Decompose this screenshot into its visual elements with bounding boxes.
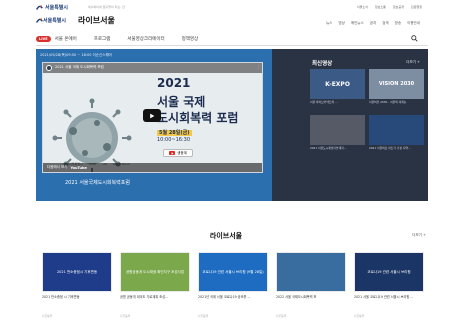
util-link[interactable]: 방송 xyxy=(395,21,401,26)
channel-avatar xyxy=(46,65,52,71)
util-link[interactable]: 뉴스 xyxy=(326,21,332,26)
live-badge[interactable]: LIVE xyxy=(36,36,51,42)
thumb-image: K-EXPO xyxy=(310,69,365,99)
util-link[interactable]: 영상 xyxy=(338,21,344,26)
player-header: 2021/05/28(목)09:50 ~ 18:00 이순신스퀘어 xyxy=(40,53,112,57)
poster-title-line2: 도시회복력 포럼 xyxy=(157,111,239,125)
video-card[interactable]: 공원공동개 도시재생 확인지구 조성사업 공원 공동개 대국도 가로계획 조성.… xyxy=(120,252,190,322)
logo-text: 서울특별시 xyxy=(45,5,69,11)
thumb-caption: 서울비전 2030 - 서울의 미래는 xyxy=(369,100,407,104)
card-title: 2021년 국제 서울 코로나19 공조를 ... xyxy=(198,295,251,299)
poster-date: 5월 28일(금) xyxy=(157,129,192,136)
top-link[interactable]: 정보소통 xyxy=(375,5,386,9)
nav-item-policy[interactable]: 정책영상 xyxy=(182,36,199,42)
recent-thumb[interactable]: VISION 2030 서울비전 2030 - 서울의 미래는 xyxy=(369,69,424,104)
card-image: 코로나19 관련 서울시 브리핑 xyxy=(354,252,424,292)
card-title: 공원 공동개 대국도 가로계획 조성... xyxy=(120,295,169,299)
search-icon[interactable] xyxy=(411,35,418,42)
top-link[interactable]: 서울소식 xyxy=(357,5,368,9)
card-image xyxy=(276,252,346,292)
nav-item-program[interactable]: 프로그램 xyxy=(94,36,111,42)
featured-video-panel: 2021/05/28(목)09:50 ~ 18:00 이순신스퀘어 2021 서… xyxy=(36,49,272,201)
youtube-live-label: 생중계 xyxy=(177,150,187,155)
top-link[interactable]: 정보공개 xyxy=(393,5,404,9)
featured-video[interactable]: 2021 서울 국제 도시회복력 포럼 ⋮ 2021 서울 국제 도시회복력 포… xyxy=(42,62,263,173)
seoul-logo-icon xyxy=(36,5,43,10)
main-nav: LIVE 서울 온에어 프로그램 서울영상크리에이터 정책영상 xyxy=(36,33,428,46)
card-image: 2021 반소증점시 기후변동 xyxy=(42,252,112,292)
video-card[interactable]: 2021 반소증점시 기후변동 2021 반소증점 시 기후변동 다른등록 xyxy=(42,252,112,322)
card-title: 2021 반소증점 시 기후변동 xyxy=(42,295,80,299)
brand-logo-text: 서울특별시 xyxy=(43,18,67,24)
brand-logo-icon xyxy=(36,18,43,23)
video-top-bar: 2021 서울 국제 도시회복력 포럼 ⋮ xyxy=(43,63,262,73)
utility-links: 뉴스 영상 메인뉴스 공지 검색 방송 이용안내 xyxy=(326,21,420,26)
video-title: 2021 서울 국제 도시회복력 포럼 xyxy=(55,65,104,69)
card-title: 2021 서울 코로나19 관련 서울시 브리핑 ... xyxy=(354,295,414,299)
card-meta: 다른등록 xyxy=(354,314,365,318)
video-cards: 2021 반소증점시 기후변동 2021 반소증점 시 기후변동 다른등록 공원… xyxy=(42,252,428,322)
seoul-logo[interactable]: 서울특별시 xyxy=(36,4,68,11)
site-header: 서울특별시 라이브서울 뉴스 영상 메인뉴스 공지 검색 방송 이용안내 xyxy=(36,15,428,31)
thumb-image xyxy=(369,115,424,145)
nav-item-onair[interactable]: 서울 온에어 xyxy=(55,36,77,42)
card-meta: 다른등록 xyxy=(120,314,131,318)
util-link[interactable]: 메인뉴스 xyxy=(351,21,364,26)
share-icon[interactable]: ⋮ xyxy=(257,65,261,69)
youtube-live-button[interactable]: 생중계 xyxy=(163,149,193,157)
virus-illustration xyxy=(52,98,132,172)
lower-more-link[interactable]: 더보기 + xyxy=(412,233,426,238)
video-card[interactable]: 2022 서울 국제도시회복력 포 다른등록 xyxy=(276,252,346,322)
thumb-caption: 서울 파이브커넥트의 ... xyxy=(310,100,338,104)
poster-date-text: 5월 28일(금) xyxy=(157,130,192,136)
recent-more-link[interactable]: 더보기 + xyxy=(406,60,420,65)
util-link[interactable]: 검색 xyxy=(382,21,388,26)
card-meta: 다른등록 xyxy=(198,314,209,318)
featured-caption[interactable]: 2021 서울국제도시회복력포럼 xyxy=(65,179,130,186)
thumb-caption: 2021 서울의료 파트가 가정 지역... xyxy=(369,146,411,150)
youtube-wordmark: YouTube xyxy=(70,165,87,170)
poster-title-line1: 서울 국제 xyxy=(157,95,206,109)
thumb-caption: 2021 서울도시재생기본계획... xyxy=(310,146,347,150)
card-meta: 다른등록 xyxy=(42,314,53,318)
recent-videos-panel: 최신영상 더보기 + K-EXPO 서울 파이브커넥트의 ... VISION … xyxy=(272,49,428,201)
thumb-image xyxy=(310,115,365,145)
brand-logo: 서울특별시 xyxy=(36,17,66,24)
section-title: 라이브서울 xyxy=(209,232,243,240)
watch-on-youtube[interactable]: 다음에서 보기 YouTube xyxy=(47,165,87,170)
poster-year: 2021 xyxy=(157,76,191,90)
youtube-icon xyxy=(169,151,176,155)
top-bar: 서울특별시 세나와이네 꿈꾸을이 되는, 안 서울소식 정보소통 정보공개 민원… xyxy=(0,0,452,14)
top-links: 서울소식 정보소통 정보공개 민원행정 xyxy=(357,5,422,9)
brand[interactable]: 서울특별시 라이브서울 xyxy=(36,15,115,26)
recent-videos-title: 최신영상 xyxy=(312,61,333,67)
card-image: 코로나19 관련 서울시 브리핑 (9월 28일) xyxy=(198,252,268,292)
card-meta: 다른등록 xyxy=(276,314,287,318)
top-link[interactable]: 민원행정 xyxy=(411,5,422,9)
card-title: 2022 서울 국제도시회복력 포 xyxy=(276,295,317,299)
thumb-image: VISION 2030 xyxy=(369,69,424,99)
video-card[interactable]: 코로나19 관련 서울시 브리핑 2021 서울 코로나19 관련 서울시 브리… xyxy=(354,252,424,322)
page: 서울특별시 세나와이네 꿈꾸을이 되는, 안 서울소식 정보소통 정보공개 민원… xyxy=(0,0,452,327)
recent-thumb[interactable]: 2021 서울의료 파트가 가정 지역... xyxy=(369,115,424,150)
util-link[interactable]: 이용안내 xyxy=(407,21,420,26)
recent-thumb[interactable]: 2021 서울도시재생기본계획... xyxy=(310,115,365,150)
poster-time: 10:00~16:30 xyxy=(157,137,191,143)
nav-item-creator[interactable]: 서울영상크리에이터 xyxy=(127,36,164,42)
play-icon xyxy=(150,113,155,118)
card-image: 공원공동개 도시재생 확인지구 조성사업 xyxy=(120,252,190,292)
recent-thumb[interactable]: K-EXPO 서울 파이브커넥트의 ... xyxy=(310,69,365,104)
video-card[interactable]: 코로나19 관련 서울시 브리핑 (9월 28일) 2021년 국제 서울 코로… xyxy=(198,252,268,322)
top-tagline: 세나와이네 꿈꾸을이 되는, 안 xyxy=(88,5,125,9)
util-link[interactable]: 공지 xyxy=(370,21,376,26)
page-title: 라이브서울 xyxy=(78,16,115,25)
play-button[interactable] xyxy=(143,109,161,122)
hero-section: 2021/05/28(목)09:50 ~ 18:00 이순신스퀘어 2021 서… xyxy=(36,49,428,201)
watch-on-label: 다음에서 보기 xyxy=(47,165,68,169)
video-bottom-bar: 다음에서 보기 YouTube xyxy=(43,163,262,172)
